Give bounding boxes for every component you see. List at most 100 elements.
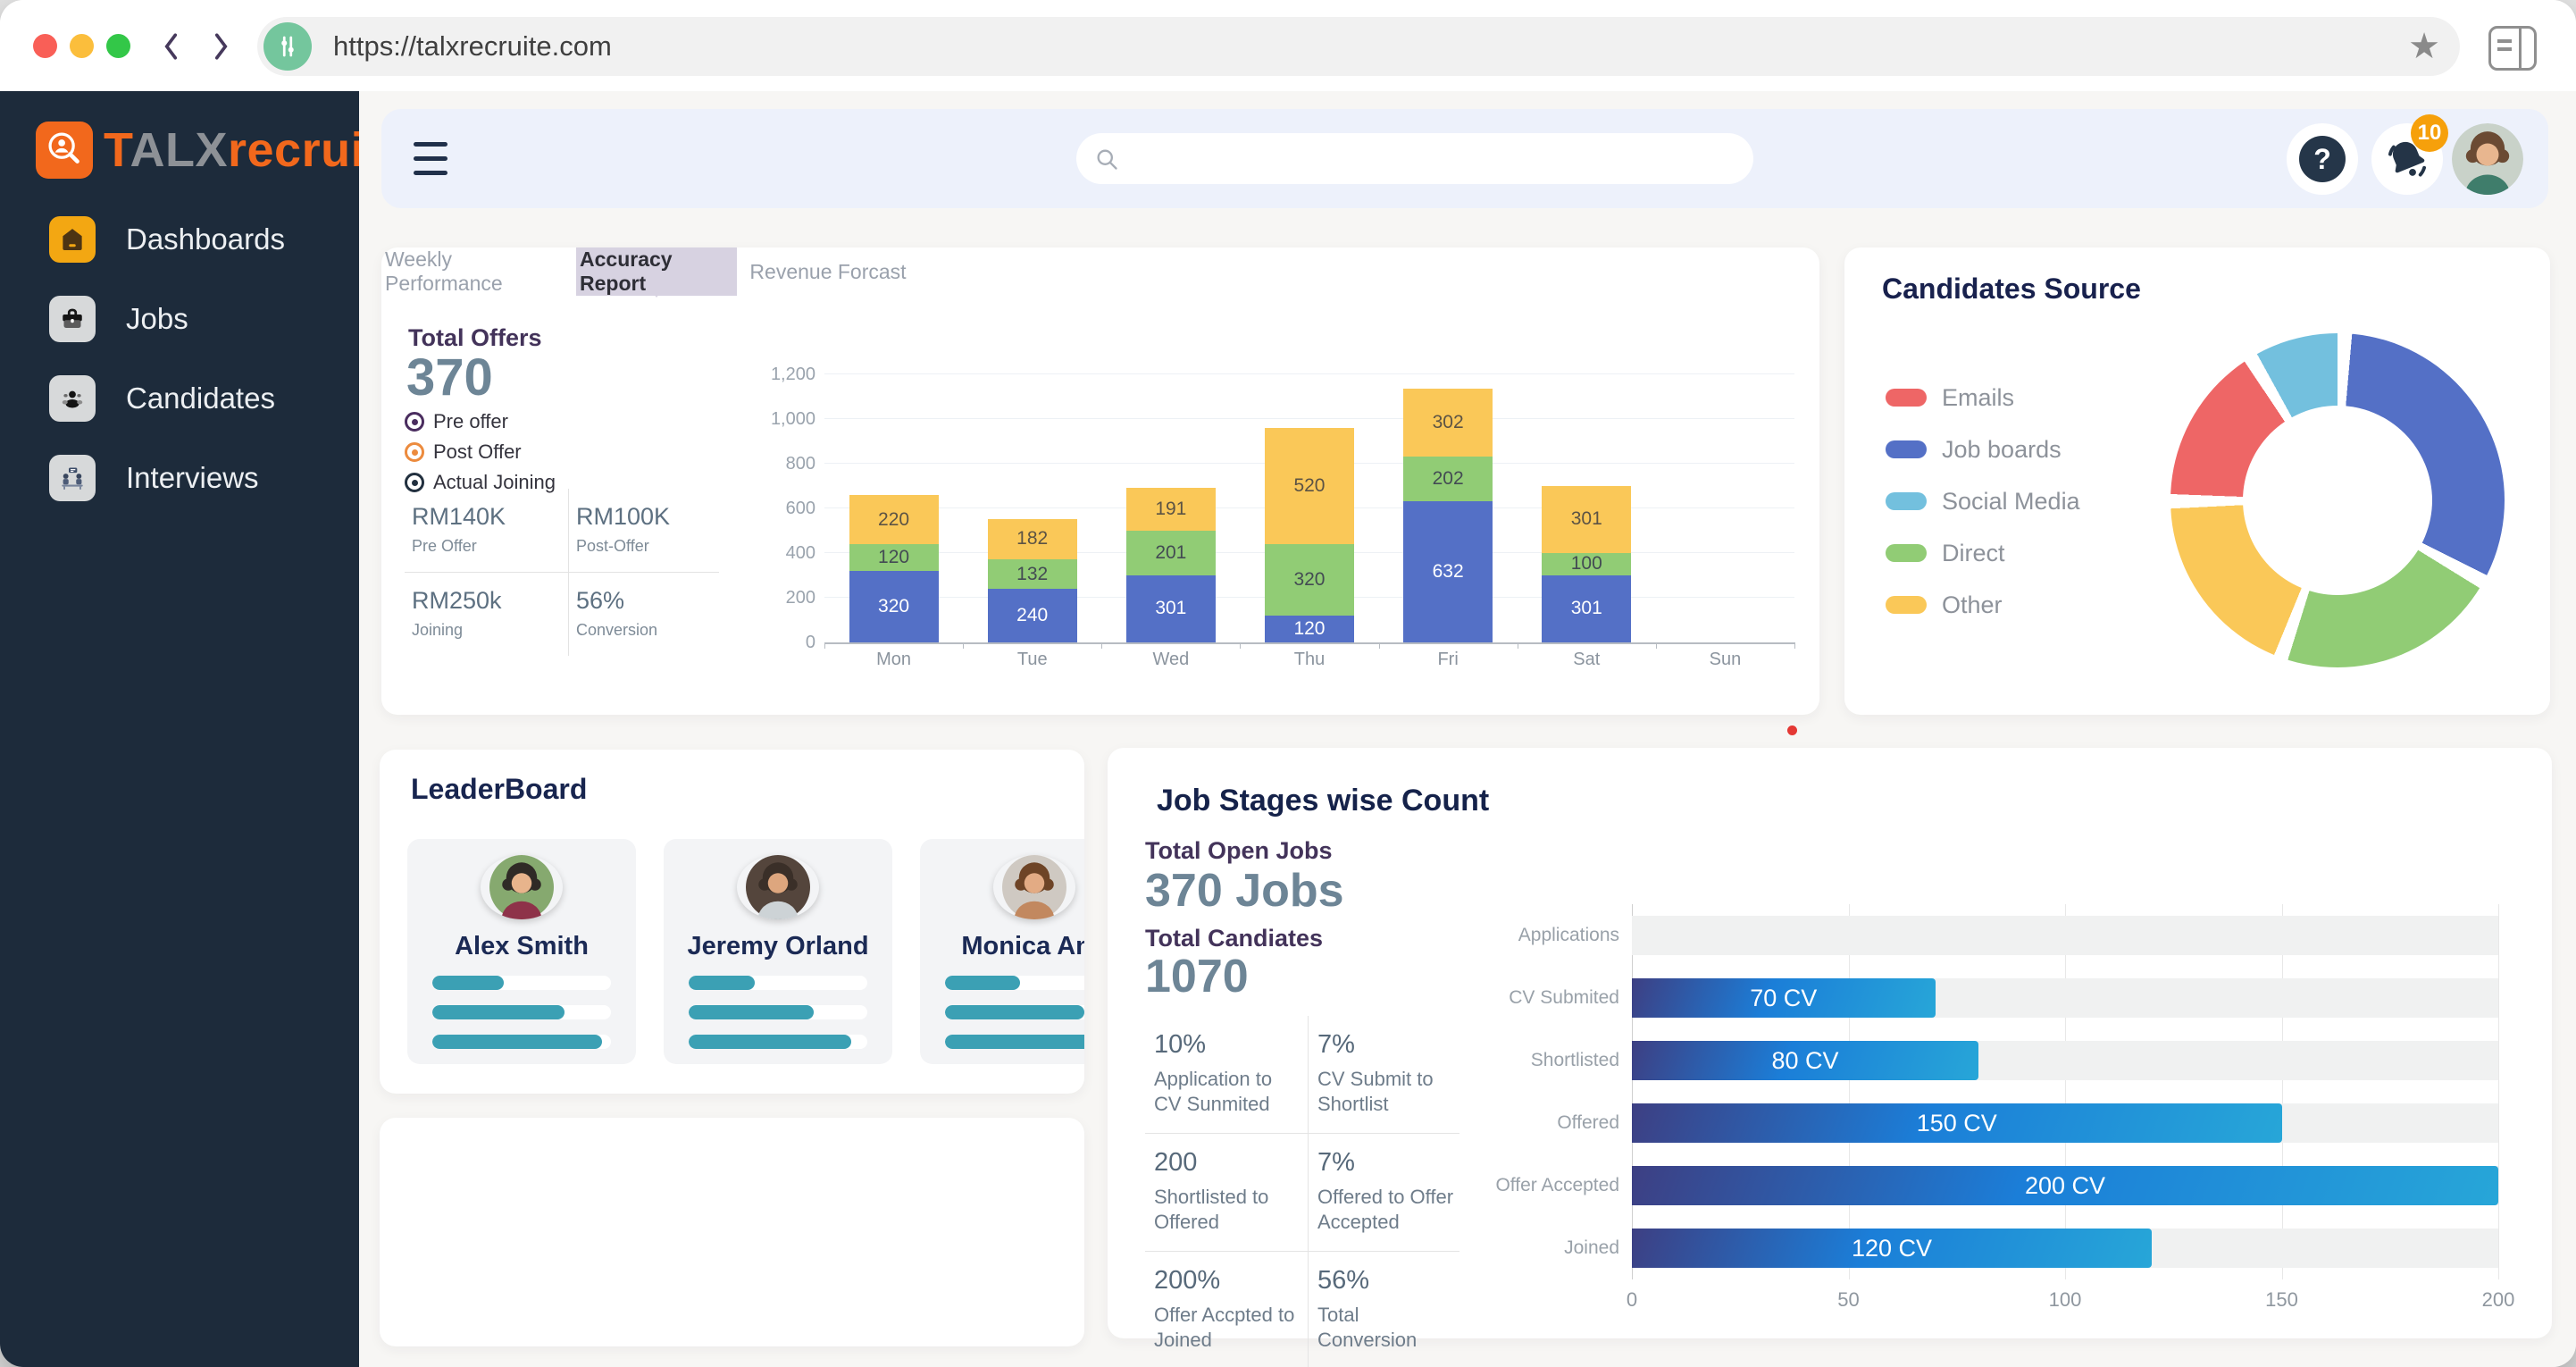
interview-icon: [49, 455, 96, 501]
stat-label: Total Conversion: [1317, 1303, 1454, 1353]
leaderboard-person-jeremy-orland[interactable]: Jeremy Orland: [664, 839, 892, 1064]
help-button[interactable]: ?: [2287, 123, 2358, 195]
radio-post-offer[interactable]: Post Offer: [405, 440, 556, 464]
menu-icon[interactable]: [414, 142, 447, 175]
brand[interactable]: TALXrecruit: [36, 122, 381, 179]
legend-label: Social Media: [1942, 488, 2080, 516]
source-donut-chart: [2170, 333, 2505, 667]
close-window-icon[interactable]: [33, 34, 57, 58]
legend-item-emails[interactable]: Emails: [1886, 380, 2080, 415]
bar-segment-pre-offer: 120: [1265, 616, 1354, 642]
x-axis-tick: [1101, 642, 1102, 649]
sidebar-item-interviews[interactable]: Interviews: [49, 455, 350, 501]
stacked-bar: 120320520: [1265, 428, 1354, 642]
person-avatar: [737, 855, 819, 919]
y-axis-tick: 600: [767, 499, 815, 519]
minimize-window-icon[interactable]: [70, 34, 94, 58]
user-avatar[interactable]: [2452, 123, 2523, 195]
tab-accuracy-report[interactable]: Accuracy Report: [576, 247, 737, 296]
x-axis-tick-label: 50: [1837, 1288, 1859, 1312]
app-root: TALXrecruit Dashboards Jobs Candidates Inte…: [0, 91, 2576, 1367]
hbar-trackwrap: 150 CV: [1632, 1103, 2498, 1143]
jobstage-stat-offered-to-offer-accepted: 7% Offered to Offer Accepted: [1309, 1134, 1459, 1252]
sidebar-item-jobs[interactable]: Jobs: [49, 296, 350, 342]
hbar-bar: 70 CV: [1632, 978, 1936, 1018]
stat-label: Offer Accpted to Joined: [1154, 1303, 1302, 1353]
stat-value: 7%: [1317, 1148, 1454, 1178]
main-content: ? 10 Weekly Performa: [359, 91, 2576, 1367]
bar-segment-pre-offer: 301: [1542, 575, 1631, 642]
leaderboard-person-monica-and[interactable]: Monica And: [920, 839, 1084, 1064]
legend-label: Emails: [1942, 384, 2014, 412]
reading-list-panel-icon[interactable]: [2488, 26, 2537, 71]
stat-label: CV Submit to Shortlist: [1317, 1067, 1454, 1117]
bar-segment-pre-offer: 301: [1126, 575, 1216, 642]
bar-segment-pre-offer: 240: [988, 589, 1077, 642]
bar-segment-actual-joining: 182: [988, 519, 1077, 560]
progress-track: [945, 1005, 1084, 1019]
search-input[interactable]: [1132, 144, 1753, 173]
jobstage-stat-shortlisted-to-offered: 200Shortlisted to Offered: [1145, 1134, 1309, 1252]
accuracy-report-card: Weekly PerformanceAccuracy ReportRevenue…: [381, 247, 1819, 715]
sidebar-item-candidates[interactable]: Candidates: [49, 375, 350, 422]
url-input[interactable]: [331, 29, 2408, 63]
tab-weekly-performance[interactable]: Weekly Performance: [381, 247, 576, 296]
address-bar[interactable]: ★: [257, 17, 2460, 76]
stat-value: 10%: [1154, 1030, 1302, 1060]
stat-post-offer: RM100KPost-Offer: [569, 489, 719, 573]
notification-badge: 10: [2411, 114, 2448, 152]
stat-value: RM140K: [412, 503, 568, 531]
leaderboard-card: LeaderBoard Alex SmithJeremy OrlandMonic…: [380, 750, 1084, 1094]
y-axis-tick: 800: [767, 454, 815, 474]
notifications-button[interactable]: 10: [2371, 123, 2443, 195]
legend-item-job-boards[interactable]: Job boards: [1886, 432, 2080, 467]
progress-fill: [432, 1005, 565, 1019]
sidebar-item-dashboards[interactable]: Dashboards: [49, 216, 350, 263]
stat-label: Offered to Offer Accepted: [1317, 1185, 1454, 1235]
progress-track: [689, 976, 867, 990]
hbar-trackwrap: 70 CV: [1632, 978, 2498, 1018]
browser-window: ★ TALXrecruit DashboardsJobsCand: [0, 0, 2576, 1367]
question-icon: ?: [2299, 136, 2346, 182]
search-bar[interactable]: [1076, 133, 1753, 184]
bar-segment-actual-joining: 220: [849, 495, 939, 544]
legend-item-social-media[interactable]: Social Media: [1886, 483, 2080, 519]
sidebar-item-label: Candidates: [126, 382, 275, 415]
tab-revenue-forcast[interactable]: Revenue Forcast: [737, 247, 919, 296]
hbar-bar: 120 CV: [1632, 1229, 2152, 1268]
bar-segment-pre-offer: 320: [849, 571, 939, 642]
legend-item-direct[interactable]: Direct: [1886, 535, 2080, 571]
job-stages-stats-grid: 10%Application to CV Sunmited7%CV Submit…: [1145, 1016, 1459, 1367]
sidebar-item-label: Interviews: [126, 461, 259, 495]
stat-value: 7%: [1317, 1030, 1454, 1060]
x-axis-tick: [824, 642, 825, 649]
source-legend: Emails Job boards Social Media Direct Other: [1886, 380, 2080, 639]
x-axis-label: Thu: [1240, 650, 1378, 670]
stat-joining: RM250kJoining: [405, 573, 569, 656]
bar-column-thu: 120320520: [1240, 374, 1378, 642]
hbar-row-offered: Offered150 CV: [1471, 1092, 2498, 1154]
legend-swatch: [1886, 389, 1927, 407]
stat-value: 200: [1154, 1148, 1302, 1178]
back-icon[interactable]: [156, 29, 187, 63]
hbar-row-joined: Joined120 CV: [1471, 1217, 2498, 1279]
radio-pre-offer[interactable]: Pre offer: [405, 410, 556, 433]
bookmark-star-icon[interactable]: ★: [2408, 29, 2440, 64]
hbar-category-label: Joined: [1471, 1237, 1632, 1259]
job-stages-chart: ApplicationsCV Submited70 CVShortlisted8…: [1471, 904, 2498, 1324]
y-axis-tick: 400: [767, 543, 815, 564]
leaderboard-person-alex-smith[interactable]: Alex Smith: [407, 839, 636, 1064]
total-open-jobs-label: Total Open Jobs: [1145, 837, 1333, 865]
notification-dot: [1787, 725, 1797, 735]
brand-logo-icon: [36, 122, 93, 179]
progress-track: [689, 1005, 867, 1019]
brand-part-alx: ALX: [130, 123, 228, 177]
sidebar-item-label: Jobs: [126, 302, 188, 336]
radio-dot: [412, 419, 418, 425]
person-avatar: [993, 855, 1075, 919]
legend-item-other[interactable]: Other: [1886, 587, 2080, 623]
total-offers-value: 370: [406, 348, 493, 407]
maximize-window-icon[interactable]: [106, 34, 130, 58]
x-axis-label: Fri: [1379, 650, 1518, 670]
forward-icon[interactable]: [205, 29, 236, 63]
